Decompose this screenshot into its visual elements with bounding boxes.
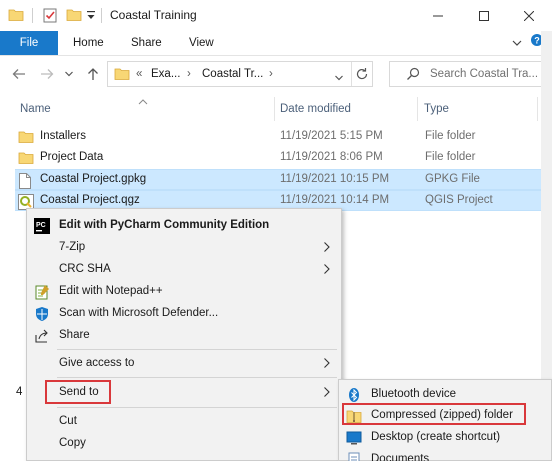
file-row[interactable]: Project Data 11/19/2021 8:06 PM File fol… [15, 148, 549, 169]
file-name: Coastal Project.gpkg [40, 173, 147, 185]
folder-icon[interactable] [8, 7, 24, 26]
minimize-icon [433, 15, 443, 16]
file-name: Coastal Project.qgz [40, 194, 140, 206]
chevron-right-icon [323, 357, 331, 372]
customize-toolbar-icon[interactable] [86, 9, 96, 24]
defender-shield-icon [34, 306, 50, 322]
column-divider[interactable] [537, 97, 538, 121]
submenu-item-documents[interactable]: Documents [339, 449, 551, 461]
column-header-type[interactable]: Type [424, 103, 449, 115]
chevron-right-icon [323, 386, 331, 401]
chevron-right-icon [323, 241, 331, 256]
search-input[interactable]: Search Coastal Tra... [389, 61, 549, 87]
vertical-scrollbar[interactable] [541, 31, 552, 391]
menu-item-7-zip[interactable]: 7-Zip [27, 237, 341, 259]
minimize-button[interactable] [415, 0, 461, 31]
title-divider [101, 8, 102, 23]
address-dropdown-icon[interactable] [334, 71, 344, 85]
close-icon [524, 10, 534, 21]
svg-text:?: ? [534, 36, 540, 46]
breadcrumb-item[interactable]: Coastal Tr... [202, 68, 263, 80]
notepad-plus-plus-icon [34, 284, 50, 300]
file-type: QGIS Project [425, 194, 493, 206]
svg-text:PC: PC [36, 222, 46, 229]
maximize-icon [479, 10, 489, 21]
ribbon: File Home Share View ? [0, 31, 552, 56]
expand-ribbon-icon[interactable] [512, 36, 522, 50]
file-type: File folder [425, 151, 476, 163]
navigation-bar: « Exa... › Coastal Tr... › Search Coasta… [0, 56, 552, 92]
column-header-date[interactable]: Date modified [280, 103, 351, 115]
folder-icon [18, 130, 34, 147]
properties-icon[interactable] [42, 7, 58, 26]
chevron-right-icon [323, 263, 331, 278]
share-icon [34, 328, 50, 344]
highlight-box [342, 403, 526, 425]
address-bar[interactable]: « Exa... › Coastal Tr... › [107, 61, 373, 87]
menu-item-give-access-to[interactable]: Give access to [27, 353, 341, 375]
title-bar: Coastal Training [0, 0, 552, 31]
sort-up-icon [138, 94, 148, 108]
menu-item-share[interactable]: Share [27, 325, 341, 347]
breadcrumb-separator: › [187, 68, 191, 80]
maximize-button[interactable] [461, 0, 507, 31]
menu-item-crc-sha[interactable]: CRC SHA [27, 259, 341, 281]
status-item-count: 4 [16, 386, 23, 398]
send-to-submenu: Bluetooth device Compressed (zipped) fol… [338, 379, 552, 461]
bluetooth-icon [346, 387, 362, 403]
file-row[interactable]: Coastal Project.gpkg 11/19/2021 10:15 PM… [15, 169, 549, 190]
refresh-icon[interactable] [355, 67, 369, 84]
desktop-icon [346, 430, 362, 446]
context-menu: PC Edit with PyCharm Community Edition 7… [26, 208, 342, 461]
tab-file[interactable]: File [0, 31, 58, 55]
menu-item-scan-with-defender[interactable]: Scan with Microsoft Defender... [27, 303, 341, 325]
tab-share[interactable]: Share [131, 31, 162, 55]
forward-arrow-icon[interactable] [38, 65, 56, 83]
menu-item-edit-with-pycharm[interactable]: PC Edit with PyCharm Community Edition [27, 215, 341, 237]
menu-item-copy[interactable]: Copy [27, 433, 341, 455]
tab-view[interactable]: View [189, 31, 214, 55]
file-name: Installers [40, 130, 87, 142]
close-button[interactable] [506, 0, 552, 31]
breadcrumb-overflow[interactable]: « [136, 68, 142, 80]
tab-home[interactable]: Home [73, 31, 104, 55]
toolbar-divider [32, 8, 33, 23]
file-date: 11/19/2021 10:14 PM [280, 194, 390, 206]
column-header-name[interactable]: Name [20, 103, 51, 115]
recent-locations-icon[interactable] [60, 65, 78, 83]
address-divider [351, 62, 352, 86]
file-date: 11/19/2021 5:15 PM [280, 130, 383, 142]
back-arrow-icon[interactable] [10, 65, 28, 83]
window-title: Coastal Training [110, 8, 197, 22]
up-arrow-icon[interactable] [84, 65, 102, 83]
search-icon [406, 67, 420, 84]
column-divider[interactable] [274, 97, 275, 121]
menu-item-edit-with-notepad[interactable]: Edit with Notepad++ [27, 281, 341, 303]
breadcrumb-item[interactable]: Exa... [151, 68, 180, 80]
file-type: File folder [425, 130, 476, 142]
column-divider[interactable] [417, 97, 418, 121]
breadcrumb-separator: › [269, 68, 273, 80]
submenu-item-desktop-shortcut[interactable]: Desktop (create shortcut) [339, 427, 551, 449]
file-date: 11/19/2021 10:15 PM [280, 173, 390, 185]
menu-separator [57, 377, 337, 378]
file-type: GPKG File [425, 173, 480, 185]
menu-separator [57, 349, 337, 350]
file-date: 11/19/2021 8:06 PM [280, 151, 383, 163]
menu-separator [57, 407, 337, 408]
file-row[interactable]: Installers 11/19/2021 5:15 PM File folde… [15, 127, 549, 148]
pycharm-icon: PC [34, 218, 50, 234]
search-placeholder: Search Coastal Tra... [430, 68, 539, 80]
folder-icon [18, 151, 34, 168]
documents-icon [346, 452, 362, 461]
file-name: Project Data [40, 151, 104, 163]
menu-item-cut[interactable]: Cut [27, 411, 341, 433]
new-folder-icon[interactable] [66, 7, 82, 26]
highlight-box [45, 380, 111, 404]
folder-icon [114, 67, 130, 84]
